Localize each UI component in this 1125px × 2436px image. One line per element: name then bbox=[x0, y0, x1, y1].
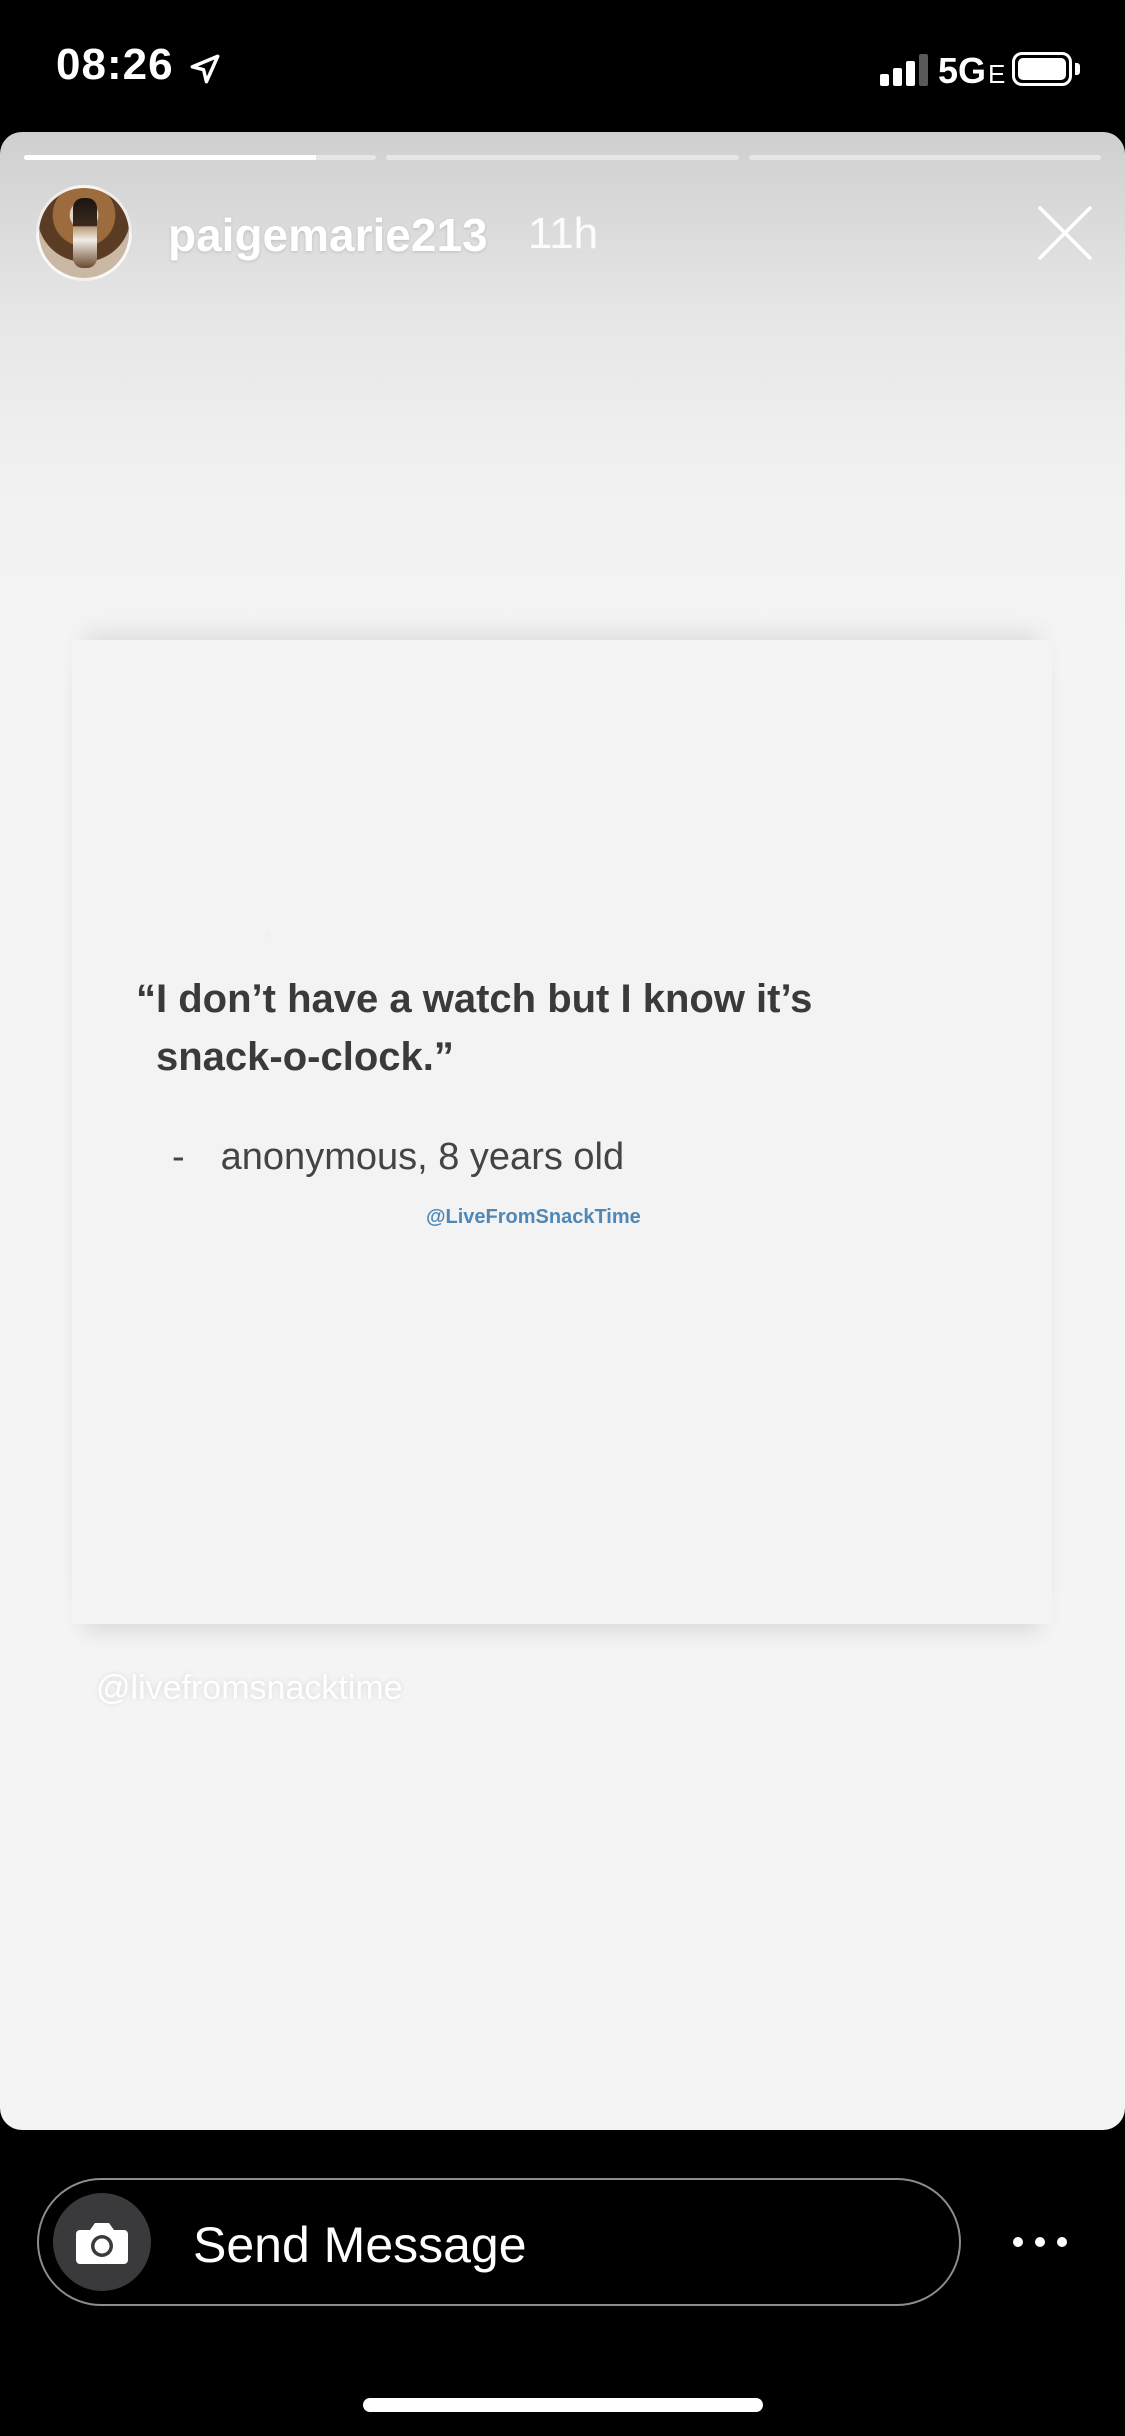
network-indicator: 5GE bbox=[938, 50, 1006, 91]
home-indicator[interactable] bbox=[363, 2398, 763, 2412]
quote-image: “I don’t have a watch but I know it’s sn… bbox=[72, 640, 1052, 1624]
repost-mention[interactable]: @livefromsnacktime bbox=[96, 1669, 403, 1708]
attribution-dash: - bbox=[172, 1136, 185, 1178]
quote-attribution: - anonymous, 8 years old bbox=[172, 1136, 624, 1179]
location-arrow-icon bbox=[190, 54, 220, 84]
story-username[interactable]: paigemarie213 bbox=[168, 208, 488, 262]
close-icon[interactable] bbox=[1036, 204, 1094, 262]
story-viewer-screen: 08:26 5GE paigemarie213 11h “I don’t hav… bbox=[0, 0, 1125, 2436]
more-icon[interactable] bbox=[1010, 2220, 1070, 2264]
story-card[interactable]: paigemarie213 11h “I don’t have a watch … bbox=[0, 132, 1125, 2130]
story-progress bbox=[24, 155, 1101, 161]
camera-icon bbox=[76, 2223, 128, 2264]
progress-segment bbox=[386, 155, 739, 160]
avatar[interactable] bbox=[36, 185, 132, 281]
quote-text: “I don’t have a watch but I know it’s sn… bbox=[136, 970, 956, 1086]
send-message-field[interactable]: Send Message bbox=[37, 2178, 961, 2306]
status-bar: 08:26 5GE bbox=[0, 0, 1125, 132]
battery-tip bbox=[1075, 63, 1080, 75]
progress-segment bbox=[24, 155, 377, 160]
progress-segment bbox=[748, 155, 1101, 160]
quote-source-handle: @LiveFromSnackTime bbox=[426, 1206, 641, 1228]
story-timestamp: 11h bbox=[528, 209, 599, 258]
avatar-photo bbox=[73, 198, 97, 268]
battery-icon bbox=[1012, 52, 1072, 86]
camera-button[interactable] bbox=[53, 2193, 151, 2291]
quote-line: snack-o-clock.” bbox=[156, 1035, 454, 1079]
quote-line: “I don’t have a watch but I know it’s bbox=[136, 977, 813, 1021]
attribution-text: anonymous, 8 years old bbox=[220, 1136, 625, 1178]
message-placeholder: Send Message bbox=[193, 2217, 527, 2273]
signal-icon bbox=[880, 54, 930, 86]
status-time: 08:26 bbox=[56, 40, 174, 89]
